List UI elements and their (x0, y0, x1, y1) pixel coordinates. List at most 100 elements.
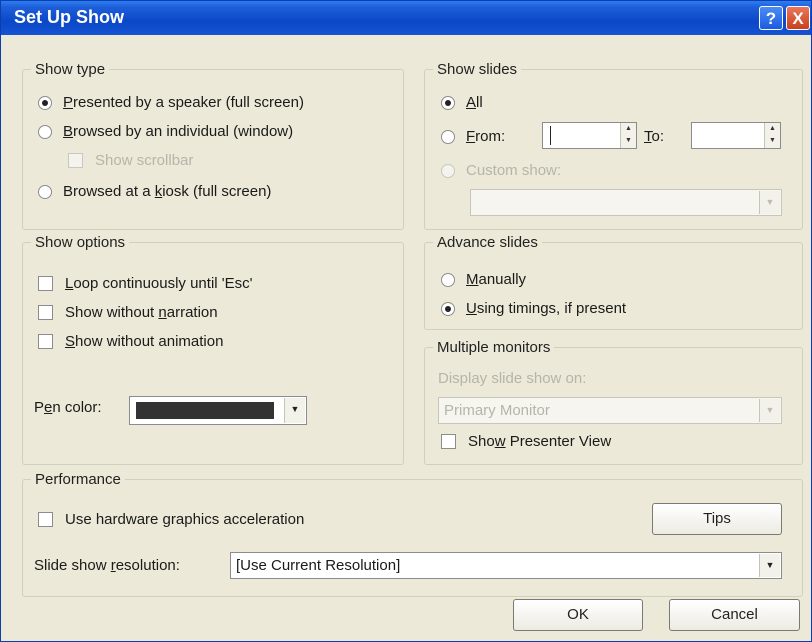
access-key: A (466, 94, 477, 111)
label-text: Slide show (34, 557, 111, 574)
access-key: U (466, 300, 477, 317)
access-key: M (466, 271, 479, 288)
label-text: rom: (475, 128, 506, 145)
chevron-down-icon[interactable]: ▼ (759, 399, 780, 422)
radio-button[interactable] (441, 129, 455, 144)
radio-button[interactable] (441, 163, 455, 178)
close-icon[interactable]: X (786, 6, 810, 30)
select-value: [Use Current Resolution] (236, 557, 401, 574)
access-key: S (65, 333, 76, 350)
resolution-label: Slide show resolution: (34, 557, 180, 574)
spinner-arrows[interactable]: ▲ ▼ (620, 123, 636, 148)
chevron-down-icon[interactable]: ▼ (759, 554, 780, 577)
loop-continuously-checkbox[interactable]: Loop continuously until 'Esc' (38, 275, 253, 292)
radio-browsed-by-individual[interactable]: Browsed by an individual (window) (38, 123, 293, 140)
label-text: P (34, 399, 45, 416)
radio-label: Using timings, if present (466, 300, 626, 317)
access-key: T (644, 128, 652, 145)
show-type-legend: Show type (35, 61, 106, 78)
checkbox[interactable] (68, 153, 83, 168)
access-key: B (63, 123, 74, 140)
label-text: iosk (full screen) (162, 183, 272, 200)
hardware-acceleration-checkbox[interactable]: Use hardware graphics acceleration (38, 511, 304, 528)
access-key: F (466, 128, 476, 145)
label-text: o: (651, 128, 665, 145)
label-text: resented by a speaker (full screen) (73, 94, 304, 111)
radio-button[interactable] (38, 95, 52, 110)
radio-button[interactable] (38, 124, 52, 139)
spin-up-icon[interactable]: ▲ (765, 123, 780, 135)
label-text: oop continuously until 'Esc' (73, 275, 253, 292)
text-cursor (550, 126, 551, 145)
display-slide-show-label: Display slide show on: (438, 370, 586, 387)
radio-label: Presented by a speaker (full screen) (63, 94, 304, 111)
label-text-group: Pen color: (34, 399, 102, 416)
chevron-down-icon[interactable]: ▼ (284, 398, 305, 423)
checkbox-label: Show without animation (65, 333, 223, 350)
advance-slides-legend: Advance slides (437, 234, 538, 251)
label-text: how without animation (75, 333, 224, 350)
select-value: Primary Monitor (444, 402, 550, 419)
spin-up-icon[interactable]: ▲ (621, 123, 636, 135)
resolution-select[interactable]: [Use Current Resolution] ▼ (230, 552, 782, 579)
radio-presented-by-speaker[interactable]: Presented by a speaker (full screen) (38, 94, 304, 111)
checkbox-label: Show without narration (65, 304, 218, 321)
spinner-arrows[interactable]: ▲ ▼ (764, 123, 780, 148)
checkbox[interactable] (38, 305, 53, 320)
label-text: arration (166, 304, 218, 321)
help-icon[interactable]: ? (759, 6, 783, 30)
access-key: P (63, 94, 74, 111)
spin-down-icon[interactable]: ▼ (621, 135, 636, 147)
radio-using-timings[interactable]: Using timings, if present (441, 300, 626, 317)
radio-custom-show[interactable]: Custom show: (441, 162, 561, 179)
radio-button[interactable] (38, 184, 52, 199)
radio-button[interactable] (441, 301, 455, 316)
label-text: Show without (65, 304, 159, 321)
radio-label: Manually (466, 271, 526, 288)
pen-color-label: Pen color: (34, 399, 102, 416)
without-animation-checkbox[interactable]: Show without animation (38, 333, 223, 350)
access-key: w (494, 433, 506, 450)
checkbox[interactable] (38, 512, 53, 527)
checkbox[interactable] (38, 276, 53, 291)
chevron-down-icon[interactable]: ▼ (759, 191, 780, 214)
radio-all-slides[interactable]: All (441, 94, 483, 111)
radio-label: Browsed at a kiosk (full screen) (63, 183, 271, 200)
radio-manually[interactable]: Manually (441, 271, 526, 288)
label-text: Browsed at a (63, 183, 155, 200)
without-narration-checkbox[interactable]: Show without narration (38, 304, 218, 321)
ok-button[interactable]: OK (513, 599, 643, 631)
show-presenter-view-checkbox[interactable]: Show Presenter View (441, 433, 611, 450)
from-slide-spinner[interactable]: ▲ ▼ (542, 122, 637, 149)
label-text: anually (478, 271, 527, 288)
multiple-monitors-legend: Multiple monitors (437, 339, 551, 356)
tips-button[interactable]: Tips (652, 503, 782, 535)
checkbox-label: Use hardware graphics acceleration (65, 511, 305, 528)
cancel-button[interactable]: Cancel (669, 599, 800, 631)
radio-browsed-at-kiosk[interactable]: Browsed at a kiosk (full screen) (38, 183, 271, 200)
dialog-title: Set Up Show (14, 7, 125, 27)
checkbox-label: Show Presenter View (468, 433, 611, 450)
checkbox[interactable] (441, 434, 456, 449)
label-text: Display slide show on: (438, 370, 587, 387)
custom-show-select[interactable]: ▼ (470, 189, 782, 216)
show-scrollbar-checkbox[interactable]: Show scrollbar (68, 152, 193, 169)
radio-button[interactable] (441, 95, 455, 110)
pen-color-swatch (136, 402, 274, 419)
spin-down-icon[interactable]: ▼ (765, 135, 780, 147)
monitor-select[interactable]: Primary Monitor ▼ (438, 397, 782, 424)
performance-legend: Performance (35, 471, 121, 488)
checkbox[interactable] (38, 334, 53, 349)
radio-label: Custom show: (466, 162, 562, 179)
to-slide-spinner[interactable]: ▲ ▼ (691, 122, 781, 149)
radio-label: From: (466, 128, 505, 145)
show-options-legend: Show options (35, 234, 126, 251)
radio-button[interactable] (441, 272, 455, 287)
set-up-show-dialog: Set Up Show ? X Show type Presented by a… (0, 0, 812, 642)
to-label: To: (644, 128, 664, 145)
label-text-group: To: (644, 128, 664, 145)
radio-from[interactable]: From: (441, 128, 505, 145)
pen-color-picker[interactable]: ▼ (129, 396, 307, 425)
show-slides-legend: Show slides (437, 61, 518, 78)
label-text: ll (476, 94, 483, 111)
